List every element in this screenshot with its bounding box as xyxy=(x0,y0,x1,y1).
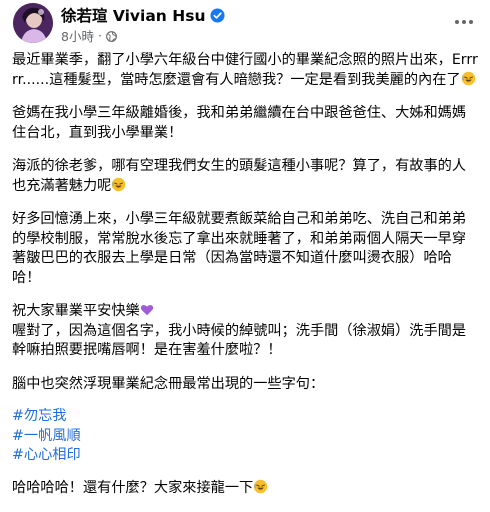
purple-heart-emoji-icon xyxy=(140,303,154,317)
post-body: 最近畢業季，翻了小學六年級台中健行國小的畢業紀念照的照片出來，Errrrr...… xyxy=(12,51,480,512)
post-meta: 8小時 · xyxy=(61,26,117,45)
post-paragraph: 祝大家畢業平安快樂 喔對了，因為這個名字，我小時候的綽號叫；洗手間（徐淑娟）洗手… xyxy=(12,302,480,361)
hashtag-link[interactable]: #勿忘我 xyxy=(12,407,480,427)
rolling-laughing-emoji-icon xyxy=(461,71,476,86)
post-paragraph: 最近畢業季，翻了小學六年級台中健行國小的畢業紀念照的照片出來，Errrrr...… xyxy=(12,51,480,90)
paragraph-text: 哈哈哈哈！還有什麼？大家來接龍一下 xyxy=(12,479,254,496)
meta-separator: · xyxy=(97,28,102,43)
rolling-laughing-emoji-icon xyxy=(111,177,126,192)
avatar[interactable] xyxy=(13,3,53,43)
hashtag-link[interactable]: #心心相印 xyxy=(12,446,480,466)
globe-icon[interactable] xyxy=(106,30,117,42)
post-paragraph: 腦中也突然浮現畢業紀念冊最常出現的一些字句： xyxy=(12,375,480,395)
author-name[interactable]: 徐若瑄 Vivian Hsu xyxy=(61,4,205,26)
paragraph-text: 好多回憶湧上來，小學三年級就要煮飯菜給自己和弟弟吃、洗自己和弟弟的學校制服，常常… xyxy=(12,211,467,286)
post-paragraph: 爸媽在我小學三年級離婚後，我和弟弟繼續在台中跟爸爸住、大姊和媽媽住台北，直到我小… xyxy=(12,104,480,143)
hashtag-link[interactable]: #一帆風順 xyxy=(12,427,480,447)
post-paragraph: 哈哈哈哈！還有什麼？大家來接龍一下 xyxy=(12,479,480,499)
more-options-icon[interactable] xyxy=(450,8,478,36)
paragraph-text: 腦中也突然浮現畢業紀念冊最常出現的一些字句： xyxy=(12,375,325,392)
hashtag-list: #勿忘我 #一帆風順 #心心相印 xyxy=(12,407,480,466)
author-row: 徐若瑄 Vivian Hsu xyxy=(61,4,226,26)
rolling-laughing-emoji-icon xyxy=(253,479,268,494)
post-paragraph: 海派的徐老爹，哪有空理我們女生的頭髮這種小事呢？算了，有故事的人也充滿著魅力呢 xyxy=(12,157,480,196)
paragraph-text: 祝大家畢業平安快樂 xyxy=(12,303,140,319)
verified-badge-icon xyxy=(210,7,226,23)
paragraph-text: 喔對了，因為這個名字，我小時候的綽號叫；洗手間（徐淑娟）洗手間是幹嘛拍照要抿嘴唇… xyxy=(12,322,467,359)
post-paragraph: 好多回憶湧上來，小學三年級就要煮飯菜給自己和弟弟吃、洗自己和弟弟的學校制服，常常… xyxy=(12,210,480,288)
paragraph-text: 海派的徐老爹，哪有空理我們女生的頭髮這種小事呢？算了，有故事的人也充滿著魅力呢 xyxy=(12,158,467,194)
post-header: 徐若瑄 Vivian Hsu 8小時 · xyxy=(0,0,490,46)
paragraph-text: 最近畢業季，翻了小學六年級台中健行國小的畢業紀念照的照片出來，Errrrr...… xyxy=(12,52,478,88)
paragraph-text: 爸媽在我小學三年級離婚後，我和弟弟繼續在台中跟爸爸住、大姊和媽媽住台北，直到我小… xyxy=(12,105,467,141)
post-time[interactable]: 8小時 xyxy=(61,26,94,45)
